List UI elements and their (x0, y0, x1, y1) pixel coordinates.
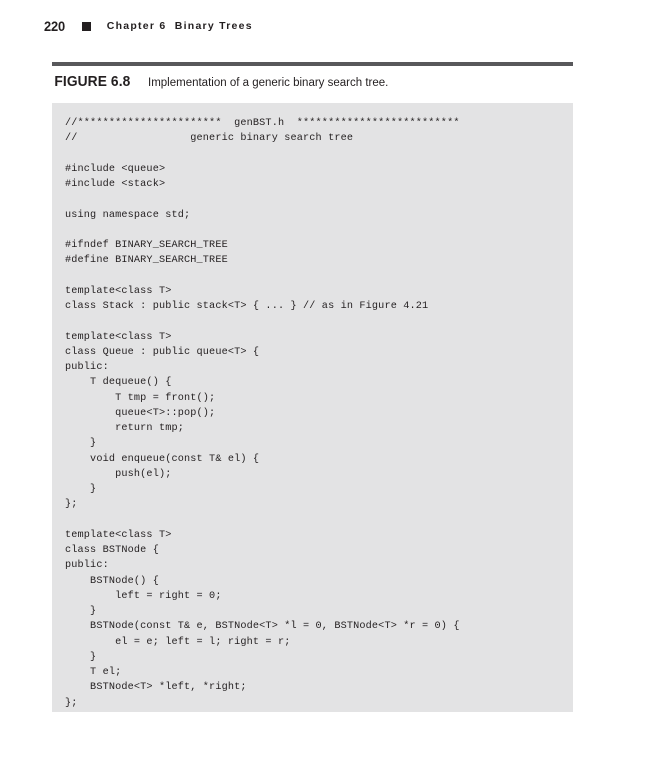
code-line: //*********************** genBST.h *****… (65, 118, 460, 129)
code-line: queue<T>::pop(); (65, 407, 216, 419)
figure-caption-text: Implementation of a generic binary searc… (148, 77, 389, 89)
code-line: class Queue : public queue<T> { (65, 346, 260, 358)
code-line: template<class T> (65, 285, 172, 297)
code-line: push(el); (65, 468, 172, 480)
code-listing: //*********************** genBST.h *****… (65, 116, 573, 711)
code-line: class BSTNode { (65, 545, 159, 556)
code-line: // generic binary search tree (65, 133, 354, 145)
figure-label: FIGURE 6.8 (54, 74, 131, 90)
code-line: el = e; left = l; right = r; (65, 636, 291, 648)
code-line: template<class T> (65, 331, 172, 343)
figure-rule-divider (52, 62, 573, 66)
code-line: BSTNode<T> *left, *right; (65, 682, 247, 694)
filled-square-icon (81, 21, 91, 31)
code-line: } (65, 484, 97, 495)
code-line: left = right = 0; (65, 590, 222, 602)
code-line: #include <queue> (65, 163, 166, 175)
code-listing-box: //*********************** genBST.h *****… (52, 103, 573, 712)
code-line: void enqueue(const T& el) { (65, 453, 260, 465)
code-line: } (65, 438, 97, 450)
code-line: T el; (65, 667, 122, 678)
code-line: #include <stack> (65, 179, 166, 190)
code-line: public: (65, 362, 109, 373)
code-line: }; (65, 499, 78, 511)
code-line: return tmp; (65, 423, 185, 434)
code-line: public: (65, 560, 109, 572)
code-line: T tmp = front(); (65, 392, 216, 404)
figure-caption-row: FIGURE 6.8 Implementation of a generic b… (52, 74, 573, 90)
code-line: #ifndef BINARY_SEARCH_TREE (65, 240, 228, 251)
page-number: 220 (44, 18, 65, 34)
code-line: T dequeue() { (65, 377, 172, 389)
code-line: #define BINARY_SEARCH_TREE (65, 255, 228, 267)
code-line: using namespace std; (65, 209, 191, 221)
code-line: } (65, 651, 97, 663)
code-line: BSTNode(const T& e, BSTNode<T> *l = 0, B… (65, 621, 460, 633)
code-line: }; (65, 697, 78, 709)
chapter-title: Chapter 6 Binary Trees (106, 19, 253, 32)
code-line: } (65, 606, 97, 617)
code-line: BSTNode() { (65, 575, 159, 587)
code-line: class Stack : public stack<T> { ... } //… (65, 301, 429, 312)
code-line: template<class T> (65, 529, 172, 541)
running-head: 220 Chapter 6 Binary Trees (44, 17, 253, 35)
